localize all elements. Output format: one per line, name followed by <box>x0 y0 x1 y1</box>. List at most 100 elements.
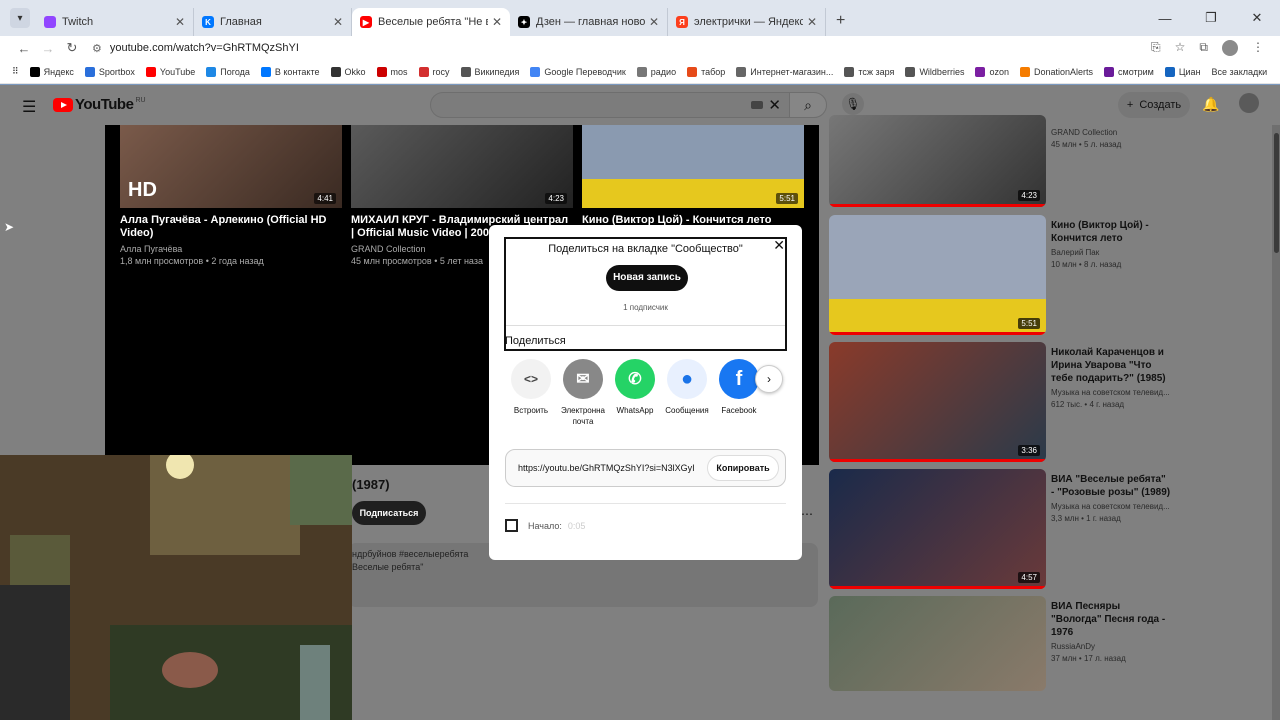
bookmark-item[interactable]: Погода <box>206 66 250 77</box>
search-input[interactable]: ✕ <box>430 92 790 118</box>
profile-avatar[interactable] <box>1222 40 1238 56</box>
related-channel[interactable]: RussiaAnDy <box>1051 642 1171 651</box>
watch-progress-bar <box>829 332 1046 335</box>
tab-yandex[interactable]: Я электрички — Яндекс: нашло ✕ <box>668 8 826 36</box>
endcard-thumbnail[interactable]: 5:51 <box>582 125 804 208</box>
tab-vk[interactable]: K Главная ✕ <box>194 8 352 36</box>
extensions-icon[interactable]: ⧉ <box>1199 40 1208 56</box>
bookmark-item[interactable]: тсж заря <box>844 66 894 77</box>
related-channel[interactable]: Музыка на советском телевид... <box>1051 388 1171 397</box>
bookmark-item[interactable]: Интернет-магазин... <box>736 66 833 77</box>
endcard-video[interactable]: HD 4:41 Алла Пугачёва - Арлекино (Offici… <box>120 125 342 267</box>
back-icon[interactable]: ← <box>12 41 36 56</box>
share-link[interactable]: https://youtu.be/GhRTMQzShYI?si=N3lXGyI <box>518 463 702 473</box>
bookmark-item[interactable]: Wildberries <box>905 66 964 77</box>
share-messages[interactable]: ● Сообщения <box>661 359 713 439</box>
new-tab-icon[interactable]: + <box>836 12 845 30</box>
related-title[interactable]: Николай Караченцов и Ирина Уварова "Что … <box>1051 346 1171 385</box>
bookmark-item[interactable]: табор <box>687 66 725 77</box>
minimize-icon[interactable]: — <box>1142 11 1188 26</box>
youtube-logo[interactable]: YouTube RU <box>53 96 146 113</box>
bookmark-item[interactable]: Яндекс <box>29 66 74 77</box>
share-embed[interactable]: <> Встроить <box>505 359 557 439</box>
endcard-thumbnail[interactable]: HD 4:41 <box>120 125 342 208</box>
related-title[interactable]: ВИА "Веселые ребята" - "Розовые розы" (1… <box>1051 473 1171 499</box>
bookmark-item[interactable]: ozon <box>975 66 1009 77</box>
tab-dzen[interactable]: ✦ Дзен — главная новостная ин ✕ <box>510 8 668 36</box>
close-tab-icon[interactable]: ✕ <box>175 15 185 29</box>
endcard-video[interactable]: 5:51 Кино (Виктор Цой) - Кончится лето <box>582 125 804 227</box>
reload-icon[interactable]: ↻ <box>60 40 84 56</box>
bookmark-item[interactable]: Sportbox <box>84 66 135 77</box>
scrollbar-thumb[interactable] <box>1274 133 1279 253</box>
close-tab-icon[interactable]: ✕ <box>807 15 817 29</box>
tab-youtube-active[interactable]: ▶ Веселые ребята "Не волнуйтесь ✕ <box>352 8 510 36</box>
keyboard-icon[interactable] <box>751 101 763 109</box>
bookmark-item[interactable]: YouTube <box>145 66 195 77</box>
bookmark-item[interactable]: DonationAlerts <box>1019 66 1093 77</box>
close-tab-icon[interactable]: ✕ <box>649 15 659 29</box>
bookmark-item[interactable]: В контакте <box>260 66 320 77</box>
close-icon[interactable]: ✕ <box>773 237 785 254</box>
endcard-title[interactable]: Алла Пугачёва - Арлекино (Official HD Vi… <box>120 214 342 240</box>
related-video-item[interactable]: 4:23 GRAND Collection 45 млн • 5 л. наза… <box>829 115 1169 207</box>
forward-icon[interactable]: → <box>36 41 60 56</box>
related-title[interactable]: Кино (Виктор Цой) - Кончится лето <box>1051 219 1171 245</box>
address-bar[interactable]: ⚙ youtube.com/watch?v=GhRTMQzShYI <box>92 37 1151 59</box>
related-thumbnail[interactable]: 3:36 <box>829 342 1046 462</box>
clear-search-icon[interactable]: ✕ <box>768 96 781 114</box>
notifications-icon[interactable]: 🔔 <box>1202 96 1219 113</box>
page-scrollbar[interactable] <box>1272 125 1280 720</box>
bookmark-item[interactable]: rocy <box>418 66 450 77</box>
bookmark-item[interactable]: Циан <box>1164 66 1201 77</box>
close-tab-icon[interactable]: ✕ <box>492 15 502 29</box>
bookmark-star-icon[interactable]: ☆ <box>1175 40 1186 56</box>
divider <box>506 325 785 326</box>
all-bookmarks-button[interactable]: Все закладки <box>1212 67 1268 77</box>
account-avatar[interactable] <box>1239 93 1259 113</box>
share-email[interactable]: ✉ Электронна почта <box>557 359 609 439</box>
share-link-field[interactable]: https://youtu.be/GhRTMQzShYI?si=N3lXGyI … <box>505 449 786 487</box>
tab-twitch[interactable]: Twitch ✕ <box>36 8 194 36</box>
bookmark-item[interactable]: Википедия <box>460 66 519 77</box>
bookmark-item[interactable]: Google Переводчик <box>530 66 626 77</box>
related-video-item[interactable]: ВИА Песняры "Вологда" Песня года - 1976 … <box>829 596 1169 691</box>
related-thumbnail[interactable]: 4:23 <box>829 115 1046 207</box>
share-whatsapp[interactable]: ✆ WhatsApp <box>609 359 661 439</box>
start-time-input[interactable]: 0:05 <box>568 521 586 531</box>
related-thumbnail[interactable] <box>829 596 1046 691</box>
bookmark-item[interactable]: радио <box>636 66 676 77</box>
new-post-button[interactable]: Новая запись <box>606 265 688 291</box>
endcard-thumbnail[interactable]: 4:23 <box>351 125 573 208</box>
related-thumbnail[interactable]: 5:51 <box>829 215 1046 335</box>
copy-button[interactable]: Копировать <box>707 455 779 481</box>
related-channel[interactable]: Музыка на советском телевид... <box>1051 502 1171 511</box>
site-info-icon[interactable]: ⚙ <box>92 42 102 55</box>
apps-icon[interactable]: ⠿ <box>12 66 19 77</box>
search-button[interactable]: ⌕ <box>789 92 827 118</box>
related-video-item[interactable]: 3:36 Николай Караченцов и Ирина Уварова … <box>829 342 1171 462</box>
menu-kebab-icon[interactable]: ⋮ <box>1252 40 1264 56</box>
voice-search-button[interactable]: 🎙 <box>842 93 864 115</box>
start-at-checkbox[interactable] <box>505 519 518 532</box>
more-actions-icon[interactable]: ⋯ <box>801 507 813 521</box>
bookmark-favicon-icon <box>29 66 40 77</box>
close-tab-icon[interactable]: ✕ <box>333 15 343 29</box>
subscribe-button[interactable]: Подписаться <box>352 501 426 525</box>
related-video-item[interactable]: 5:51 Кино (Виктор Цой) - Кончится лето В… <box>829 215 1169 335</box>
related-thumbnail[interactable]: 4:57 <box>829 469 1046 589</box>
next-targets-button[interactable]: › <box>755 365 783 393</box>
related-video-item[interactable]: 4:57 ВИА "Веселые ребята" - "Розовые роз… <box>829 469 1171 589</box>
install-icon[interactable]: ⎘ <box>1151 40 1161 56</box>
menu-icon[interactable]: ☰ <box>22 97 36 117</box>
email-icon: ✉ <box>563 359 603 399</box>
tab-search-button[interactable]: ▾ <box>10 8 30 28</box>
related-title[interactable]: ВИА Песняры "Вологда" Песня года - 1976 <box>1051 600 1171 639</box>
bookmark-item[interactable]: смотрим <box>1104 66 1154 77</box>
close-window-icon[interactable]: ✕ <box>1234 10 1280 26</box>
related-channel[interactable]: Валерий Пак <box>1051 248 1171 257</box>
bookmark-item[interactable]: mos <box>376 66 408 77</box>
bookmark-item[interactable]: Okko <box>330 66 366 77</box>
related-channel[interactable]: GRAND Collection <box>1051 128 1171 137</box>
restore-icon[interactable]: ❐ <box>1188 10 1234 26</box>
